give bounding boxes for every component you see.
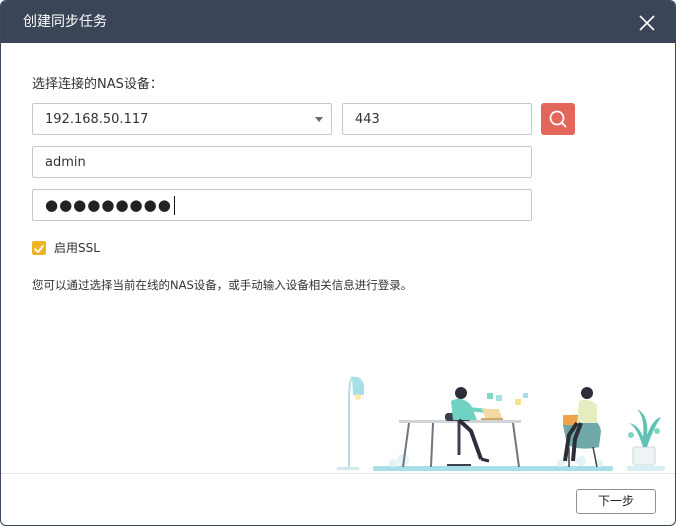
ssl-label: 启用SSL [54,241,100,255]
login-hint: 您可以通过选择当前在线的NAS设备，或手动输入设备相关信息进行登录。 [32,278,413,292]
nas-device-label: 选择连接的NAS设备： [32,77,163,92]
search-button[interactable] [541,103,575,135]
create-sync-task-dialog: 创建同步任务 选择连接的NAS设备： 192.168.50.117 443 ad… [0,0,676,526]
close-icon [639,15,655,31]
username-value: admin [45,155,86,170]
ssl-checkbox[interactable] [32,241,46,255]
username-input[interactable]: admin [32,146,532,178]
password-input[interactable]: ●●●●●●●●● [32,189,532,221]
caret-down-icon [315,117,323,122]
text-cursor [174,196,175,215]
password-value: ●●●●●●●●● [45,196,172,214]
title-bar: 创建同步任务 [1,1,675,43]
office-illustration [331,365,671,473]
next-button[interactable]: 下一步 [576,489,656,514]
port-input[interactable]: 443 [342,103,532,135]
people-working-illustration-icon [337,376,665,471]
search-icon [549,110,567,128]
nas-device-select[interactable]: 192.168.50.117 [32,103,332,135]
footer-divider [1,473,675,474]
port-value: 443 [355,112,380,127]
nas-device-value: 192.168.50.117 [45,112,149,127]
check-icon [34,245,44,253]
close-button[interactable] [635,11,659,35]
dialog-title: 创建同步任务 [23,14,107,30]
